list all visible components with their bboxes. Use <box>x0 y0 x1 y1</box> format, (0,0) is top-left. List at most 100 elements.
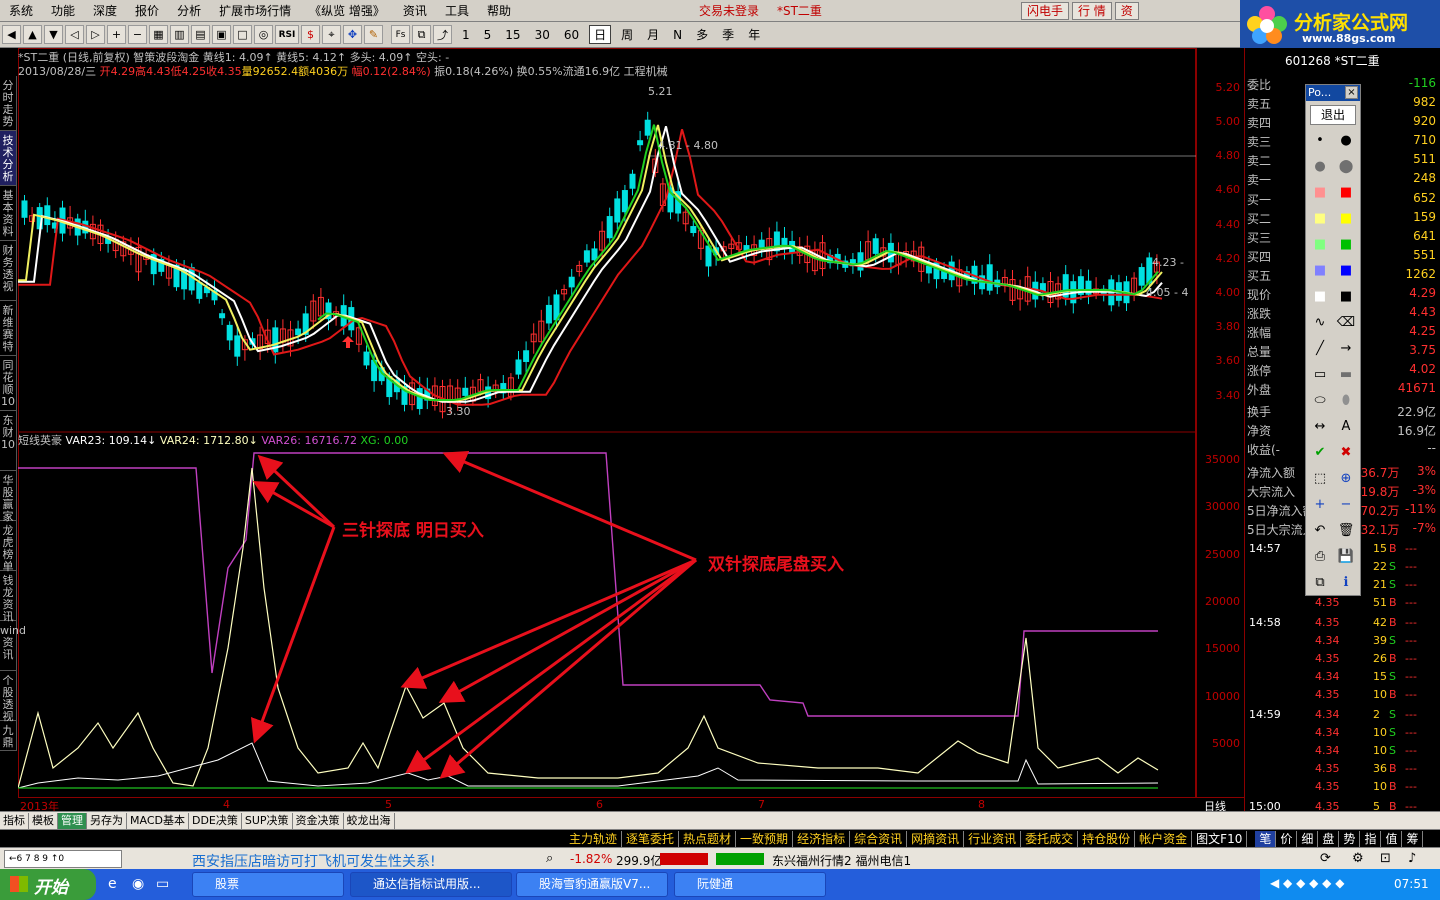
left-tab-8[interactable]: 龙虎榜单 <box>0 521 17 573</box>
quote-tab-1[interactable]: 价 <box>1276 830 1298 847</box>
lock-icon[interactable]: ⊡ <box>1380 851 1391 866</box>
record-icon[interactable]: ◎ <box>254 25 273 44</box>
menu-system[interactable]: 系统 <box>0 0 42 22</box>
copy-icon[interactable]: ⧉ <box>412 25 431 44</box>
color-green-icon[interactable]: ■ <box>1335 233 1357 255</box>
dot-small-icon[interactable]: • <box>1309 129 1331 151</box>
color-blue-icon[interactable]: ■ <box>1335 259 1357 281</box>
trash-icon[interactable]: 🗑 <box>1335 519 1357 541</box>
period-multi[interactable]: 多 <box>692 26 712 43</box>
menu-function[interactable]: 功能 <box>42 0 84 22</box>
info-tab-0[interactable]: 主力轨迹 <box>565 830 623 847</box>
up-icon[interactable]: ▲ <box>23 25 42 44</box>
template-tab-5[interactable]: DDE决策 <box>189 812 242 829</box>
color-white-icon[interactable]: ■ <box>1309 285 1331 307</box>
flash-order-button[interactable]: 闪电手 <box>1020 1 1069 20</box>
left-tab-7[interactable]: 华股赢家 <box>0 471 17 523</box>
rect-fill-icon[interactable]: ▬ <box>1335 363 1357 385</box>
chart-icon[interactable]: ▥ <box>170 25 189 44</box>
info-tab-6[interactable]: 网摘资讯 <box>907 830 965 847</box>
info-tab-1[interactable]: 逐笔委托 <box>622 830 680 847</box>
color-red-light-icon[interactable]: ■ <box>1309 181 1331 203</box>
eraser-icon[interactable]: ⌫ <box>1335 311 1357 333</box>
info-tab-2[interactable]: 热点题材 <box>679 830 737 847</box>
formula-icon[interactable]: Fs <box>391 25 410 44</box>
bars-icon[interactable]: ▤ <box>191 25 210 44</box>
text-icon[interactable]: A <box>1335 415 1357 437</box>
template-tab-7[interactable]: 资金决策 <box>293 812 344 829</box>
popup-exit-button[interactable]: 退出 <box>1310 105 1356 125</box>
task-ruanjiantong[interactable]: 阮健通 <box>674 872 826 897</box>
quote-tab-5[interactable]: 指 <box>1360 830 1382 847</box>
info-tab-4[interactable]: 经济指标 <box>793 830 851 847</box>
left-icon[interactable]: ◁ <box>65 25 84 44</box>
desktop-icon[interactable]: ▭ <box>156 876 169 892</box>
template-tab-1[interactable]: 模板 <box>29 812 58 829</box>
media-icon[interactable]: ◉ <box>132 876 144 892</box>
template-tab-4[interactable]: MACD基本 <box>127 812 189 829</box>
quote-tab-6[interactable]: 值 <box>1381 830 1403 847</box>
ie-icon[interactable]: e <box>108 876 117 892</box>
info-tab-10[interactable]: 帐户资金 <box>1135 830 1193 847</box>
color-yellow-icon[interactable]: ■ <box>1335 207 1357 229</box>
period-year[interactable]: 年 <box>744 26 764 43</box>
period-month[interactable]: 月 <box>643 26 663 43</box>
menu-tools[interactable]: 工具 <box>436 0 478 22</box>
down-icon[interactable]: ▼ <box>44 25 63 44</box>
task-folder-stocks[interactable]: 股票 <box>192 872 344 897</box>
left-tab-0[interactable]: 分时走势 <box>0 76 17 131</box>
info-icon[interactable]: ℹ <box>1335 571 1357 593</box>
color-red-icon[interactable]: ■ <box>1335 181 1357 203</box>
arrow-right-icon[interactable]: → <box>1335 337 1357 359</box>
task-guhai[interactable]: 股海雪豹通赢版V7... <box>516 872 668 897</box>
period-week[interactable]: 周 <box>617 26 637 43</box>
left-tab-11[interactable]: 个股透视 <box>0 671 17 723</box>
left-tab-1[interactable]: 技术分析 <box>0 131 17 186</box>
template-tab-6[interactable]: SUP决策 <box>242 812 293 829</box>
period-season[interactable]: 季 <box>718 26 738 43</box>
plus-icon[interactable]: + <box>1309 493 1331 515</box>
ellipse-fill-icon[interactable]: ⬮ <box>1335 389 1357 411</box>
template-tab-2[interactable]: 管理 <box>58 812 87 829</box>
period-30[interactable]: 30 <box>531 28 554 42</box>
menu-analysis[interactable]: 分析 <box>168 0 210 22</box>
circle-gray-icon[interactable]: ● <box>1309 155 1331 177</box>
color-black-icon[interactable]: ■ <box>1335 285 1357 307</box>
menu-quote[interactable]: 报价 <box>126 0 168 22</box>
start-button[interactable]: 开始 <box>0 869 96 900</box>
double-arrow-icon[interactable]: ↔ <box>1309 415 1331 437</box>
left-tab-12[interactable]: 九鼎 <box>0 721 17 751</box>
dot-large-icon[interactable]: ● <box>1335 129 1357 151</box>
template-tab-3[interactable]: 另存为 <box>87 812 127 829</box>
window-icon[interactable]: □ <box>233 25 252 44</box>
left-tab-9[interactable]: 钱龙资讯 <box>0 571 17 623</box>
quote-tab-0[interactable]: 笔 <box>1255 830 1277 847</box>
ellipse-icon[interactable]: ⬭ <box>1309 389 1331 411</box>
left-tab-2[interactable]: 基本资料 <box>0 186 17 241</box>
color-green-light-icon[interactable]: ■ <box>1309 233 1331 255</box>
color-blue-light-icon[interactable]: ■ <box>1309 259 1331 281</box>
curve-icon[interactable]: ∿ <box>1309 311 1331 333</box>
sound-icon[interactable]: ♪ <box>1408 851 1416 866</box>
cursor-icon[interactable]: ⌖ <box>322 25 341 44</box>
refresh-icon[interactable]: ⟳ <box>1320 851 1331 866</box>
rsi-icon[interactable]: RSI <box>275 25 299 44</box>
info-tab-7[interactable]: 行业资讯 <box>964 830 1022 847</box>
asset-button[interactable]: 资 <box>1114 1 1139 20</box>
save-icon[interactable]: 💾 <box>1335 545 1357 567</box>
popup-close-icon[interactable]: × <box>1345 86 1358 99</box>
quote-tab-4[interactable]: 势 <box>1339 830 1361 847</box>
dollar-icon[interactable]: $ <box>301 25 320 44</box>
quote-button[interactable]: 行 情 <box>1071 1 1112 20</box>
left-tab-4[interactable]: 新维赛特 <box>0 301 17 356</box>
export-icon[interactable]: ⤴ <box>433 25 452 44</box>
tray-icons[interactable]: ◀ ◆ ◆ ◆ ◆ ◆ <box>1270 876 1344 890</box>
template-tab-0[interactable]: 指标 <box>0 812 29 829</box>
cross-icon[interactable]: ✖ <box>1335 441 1357 463</box>
minus-icon[interactable]: − <box>1335 493 1357 515</box>
line-icon[interactable]: ╱ <box>1309 337 1331 359</box>
template-tab-8[interactable]: 蛟龙出海 <box>344 812 395 829</box>
zoom-in-icon[interactable]: + <box>107 25 126 44</box>
info-tab-8[interactable]: 委托成交 <box>1021 830 1079 847</box>
keypad-widget[interactable]: ←6 7 8 9 ↑0 <box>4 850 122 868</box>
